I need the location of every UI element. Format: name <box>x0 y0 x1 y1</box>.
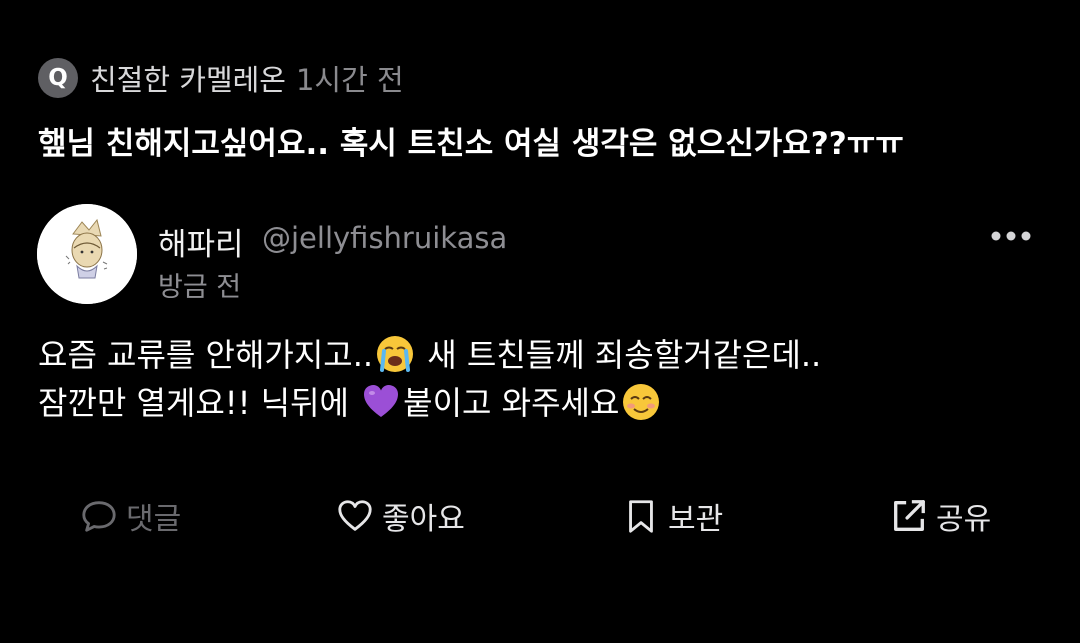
bookmark-icon <box>629 500 653 533</box>
answer-line-1: 요즘 교류를 안해가지고.. 새 트친들께 죄송할거같은데.. <box>38 331 821 379</box>
like-button[interactable]: 좋아요 <box>336 494 465 538</box>
asker-name[interactable]: 친절한 카멜레온 <box>90 57 286 99</box>
like-label: 좋아요 <box>382 502 465 537</box>
answer-text-segment: 잠깐만 열게요!! 닉뒤에 <box>38 384 360 422</box>
answer-line-2: 잠깐만 열게요!! 닉뒤에 붙이고 와주세요 <box>38 379 821 427</box>
save-label: 보관 <box>668 502 724 537</box>
avatar-illustration <box>37 204 137 304</box>
comment-label: 댓글 <box>126 502 182 537</box>
share-label: 공유 <box>936 502 992 537</box>
question-badge-icon: Q <box>38 58 78 98</box>
heart-icon <box>338 500 372 531</box>
answer-text-segment: 붙이고 와주세요 <box>403 384 620 422</box>
more-options-button[interactable] <box>985 222 1037 250</box>
question-text: 햎님 친해지고싶어요.. 혹시 트친소 여실 생각은 없으신가요??ㅠㅠ <box>38 126 904 162</box>
avatar[interactable] <box>37 204 137 304</box>
speech-bubble-icon <box>82 501 116 532</box>
loudly-crying-face-icon <box>377 336 414 372</box>
purple-heart-icon <box>364 385 399 417</box>
more-horizontal-icon <box>991 231 1031 241</box>
smiling-face-icon <box>623 384 660 420</box>
question-header: Q 친절한 카멜레온 1시간 전 <box>38 56 404 100</box>
question-timestamp: 1시간 전 <box>295 63 404 97</box>
answerer-display-name[interactable]: 해파리 <box>158 219 244 264</box>
answer-text-segment: 요즘 교류를 안해가지고.. <box>38 336 374 374</box>
comment-button[interactable]: 댓글 <box>80 494 181 538</box>
share-button[interactable]: 공유 <box>890 494 991 538</box>
answer-timestamp: 방금 전 <box>158 272 242 303</box>
save-button[interactable]: 보관 <box>622 494 723 538</box>
answerer-handle[interactable]: @jellyfishruikasa <box>262 221 507 255</box>
share-external-icon <box>894 500 925 531</box>
answer-body: 요즘 교류를 안해가지고.. 새 트친들께 죄송할거같은데.. 잠깐만 열게요!… <box>38 331 821 427</box>
answer-text-segment: 새 트친들께 죄송할거같은데.. <box>417 336 822 374</box>
